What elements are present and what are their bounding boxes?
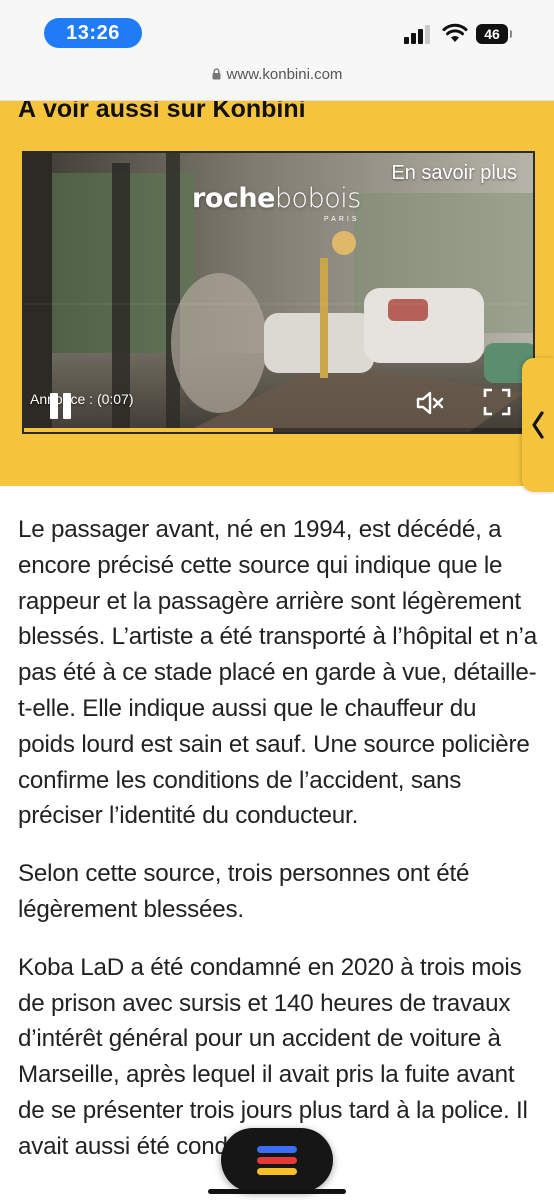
status-time[interactable]: 13:26 [44,18,142,48]
browser-url-bar[interactable]: www.konbini.com [0,62,554,101]
menu-line-red [257,1157,297,1164]
wifi-icon [442,23,468,42]
url-text: www.konbini.com [226,66,343,83]
google-news-menu-icon[interactable] [221,1128,333,1192]
video-progress-bar[interactable] [24,428,533,432]
pause-icon[interactable] [48,393,74,419]
brand-logo-sub: PARIS [324,216,360,223]
side-drawer-tab[interactable] [522,358,554,492]
menu-line-blue [257,1146,297,1153]
ad-timer-label: Annonce : (0:07) [30,391,134,407]
signal-icon [404,24,434,44]
menu-line-yellow [257,1168,297,1175]
url-display[interactable]: www.konbini.com [0,66,554,83]
chevron-left-icon [532,411,544,439]
home-indicator[interactable] [208,1189,346,1194]
video-ad-player[interactable]: rochebobois PARIS En savoir plus Annonce… [22,151,535,434]
status-bar: 13:26 46 [0,0,554,62]
section-heading: À voir aussi sur Konbini [18,101,306,123]
brand-logo: rochebobois [192,183,361,214]
article-body: Le passager avant, né en 1994, est décéd… [18,512,538,1187]
video-progress-fill [24,428,274,432]
learn-more-link[interactable]: En savoir plus [391,162,517,185]
battery-icon: 46 [476,24,512,44]
article-paragraph: Selon cette source, trois personnes ont … [18,860,470,923]
mute-icon[interactable] [414,387,446,419]
lock-icon [212,68,221,80]
related-videos-section: À voir aussi sur Konbini rochebobois PAR… [0,101,554,486]
fullscreen-icon[interactable] [482,387,512,417]
article-paragraph: Le passager avant, né en 1994, est décéd… [18,516,537,830]
